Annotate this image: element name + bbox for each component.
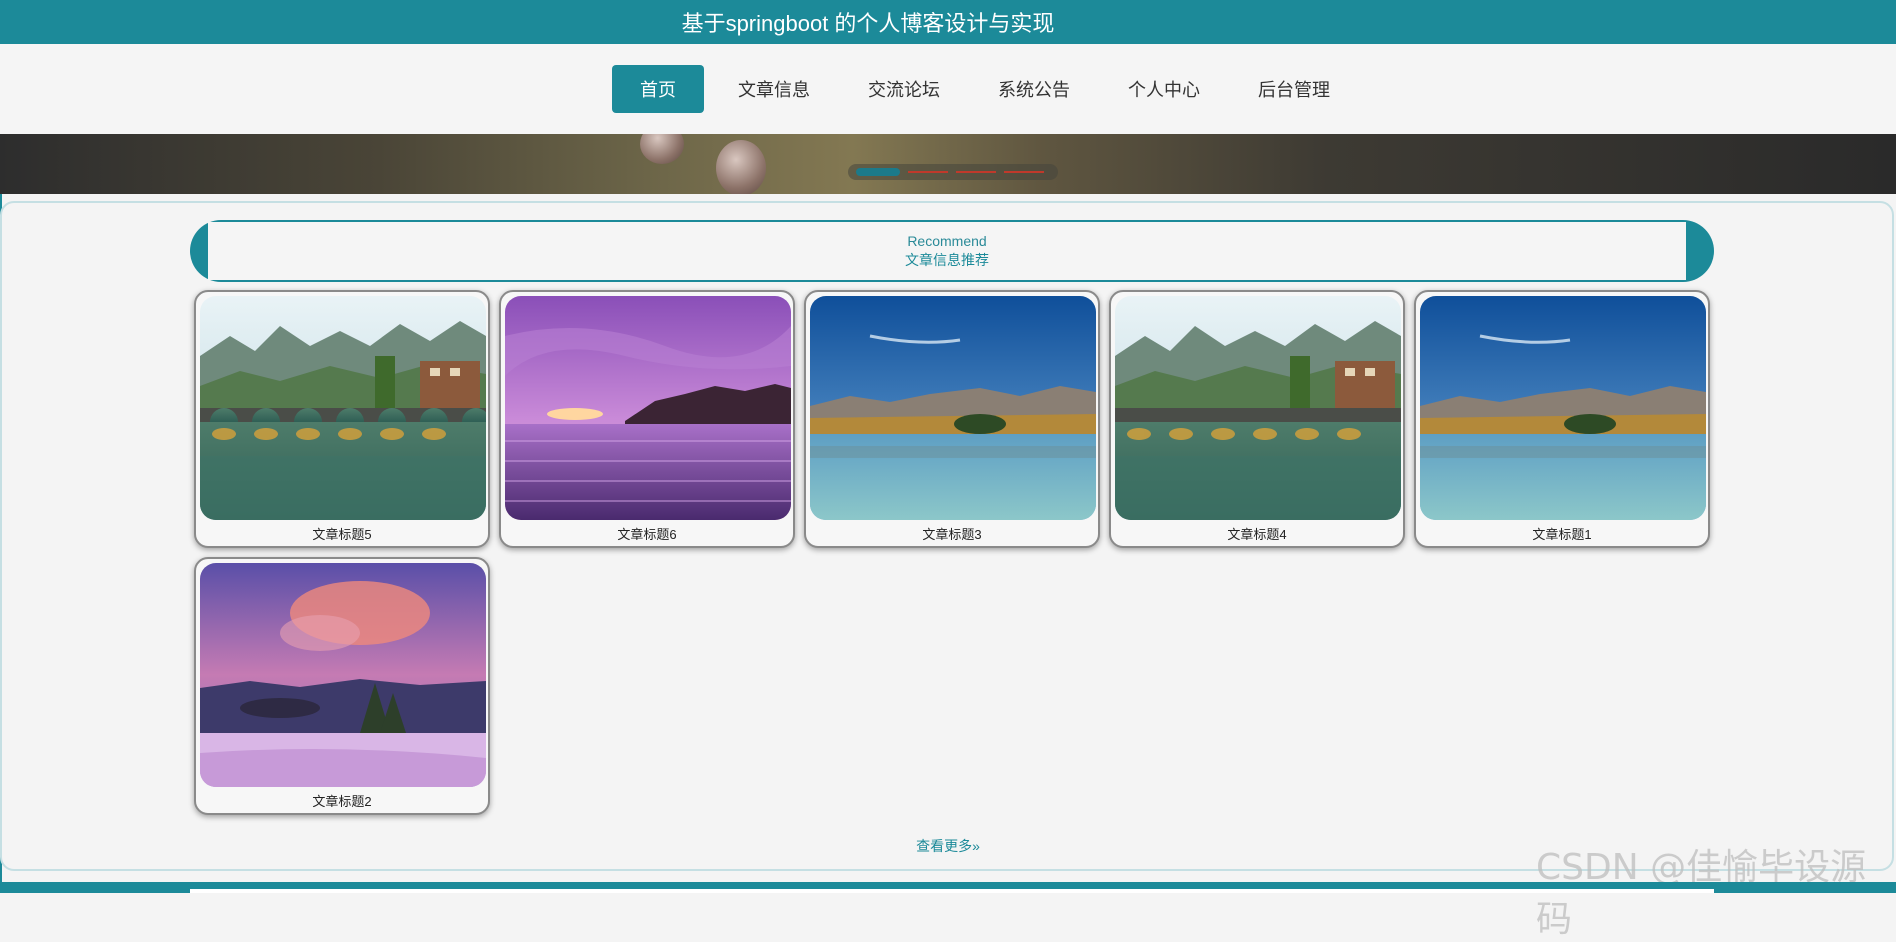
article-image-purple-sea[interactable] (505, 296, 791, 520)
banner-image-stone (716, 140, 766, 194)
article-title[interactable]: 文章标题4 (1111, 524, 1403, 543)
article-title[interactable]: 文章标题3 (806, 524, 1098, 543)
article-card[interactable]: 文章标题1 (1414, 290, 1710, 548)
carousel-dot-2[interactable] (908, 171, 948, 173)
article-title[interactable]: 文章标题1 (1416, 524, 1708, 543)
main-nav: 首页 文章信息 交流论坛 系统公告 个人中心 后台管理 (0, 44, 1896, 135)
footer-bar (0, 882, 1896, 893)
carousel-indicators (848, 164, 1058, 180)
banner-carousel[interactable] (0, 134, 1896, 194)
article-title[interactable]: 文章标题5 (196, 524, 488, 543)
section-title-en: Recommend (907, 233, 987, 249)
article-image-bridge[interactable] (200, 296, 486, 520)
site-header: 基于springboot 的个人博客设计与实现 (0, 0, 1896, 44)
carousel-dot-1[interactable] (856, 168, 900, 176)
article-image-bridge[interactable] (1115, 296, 1401, 520)
nav-item-announcements[interactable]: 系统公告 (970, 65, 1098, 113)
nav-item-home[interactable]: 首页 (612, 65, 704, 113)
article-card[interactable]: 文章标题4 (1109, 290, 1405, 548)
footer-inner (190, 889, 1714, 893)
article-card[interactable]: 文章标题6 (499, 290, 795, 548)
article-title[interactable]: 文章标题2 (196, 791, 488, 810)
double-chevron-right-icon: » (972, 838, 980, 854)
article-title[interactable]: 文章标题6 (501, 524, 793, 543)
banner-image-stone (640, 134, 684, 164)
view-more-label: 查看更多 (916, 838, 973, 854)
article-image-mountain-lake[interactable] (1420, 296, 1706, 520)
nav-item-articles[interactable]: 文章信息 (710, 65, 838, 113)
section-title-cn: 文章信息推荐 (905, 252, 989, 268)
article-card[interactable]: 文章标题2 (194, 557, 490, 815)
carousel-dot-4[interactable] (1004, 171, 1044, 173)
nav-item-forum[interactable]: 交流论坛 (840, 65, 968, 113)
nav-item-admin[interactable]: 后台管理 (1230, 65, 1358, 113)
section-header: Recommend 文章信息推荐 (190, 220, 1714, 282)
article-card[interactable]: 文章标题5 (194, 290, 490, 548)
article-image-mountain-lake[interactable] (810, 296, 1096, 520)
nav-item-profile[interactable]: 个人中心 (1100, 65, 1228, 113)
article-card[interactable]: 文章标题3 (804, 290, 1100, 548)
carousel-dot-3[interactable] (956, 171, 996, 173)
site-title: 基于springboot 的个人博客设计与实现 (681, 11, 1055, 36)
article-image-crater-lake[interactable] (200, 563, 486, 787)
